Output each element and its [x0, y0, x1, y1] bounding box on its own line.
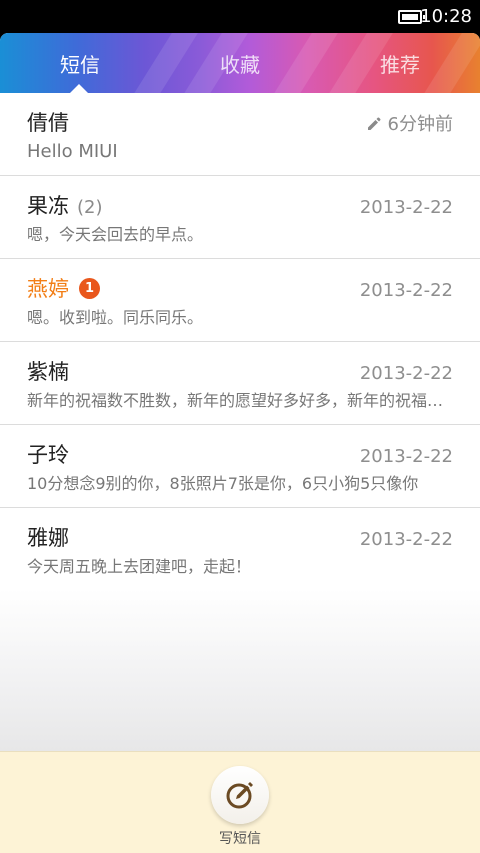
compose-button[interactable]	[211, 766, 269, 824]
tab-recommended[interactable]: 推荐	[320, 33, 480, 93]
screen: 10:28 短信 收藏 推荐 倩倩 6分钟前 Hello MIUI 果冻 (2)…	[0, 0, 480, 853]
message-row-qianqian[interactable]: 倩倩 6分钟前 Hello MIUI	[0, 93, 480, 176]
message-row-guodong[interactable]: 果冻 (2) 2013-2-22 嗯，今天会回去的早点。	[0, 176, 480, 259]
message-preview: 嗯。收到啦。同乐同乐。	[27, 308, 204, 327]
thread-count: (2)	[77, 197, 103, 218]
message-preview: 嗯，今天会回去的早点。	[27, 225, 204, 244]
tab-favorites[interactable]: 收藏	[160, 33, 320, 93]
message-row-yanting[interactable]: 燕婷 1 2013-2-22 嗯。收到啦。同乐同乐。	[0, 259, 480, 342]
contact-name: 果冻 (2)	[27, 193, 103, 221]
message-time-text: 6分钟前	[387, 114, 453, 135]
pencil-icon	[367, 117, 381, 130]
unread-badge: 1	[79, 278, 100, 299]
contact-name: 子玲	[27, 443, 69, 467]
message-preview: Hello MIUI	[27, 141, 118, 162]
contact-name-text: 果冻	[27, 194, 69, 218]
compose-icon	[226, 782, 253, 809]
compose-label: 写短信	[219, 831, 261, 847]
messaging-app: 短信 收藏 推荐 倩倩 6分钟前 Hello MIUI 果冻 (2) 2013-2…	[0, 33, 480, 853]
contact-name: 雅娜	[27, 526, 69, 550]
message-preview: 新年的祝福数不胜数，新年的愿望好多好多，新年的祝福送给你	[27, 391, 452, 410]
contact-name: 紫楠	[27, 360, 69, 384]
tab-bar: 短信 收藏 推荐	[0, 33, 480, 93]
message-time: 6分钟前	[366, 114, 453, 136]
message-preview: 10分想念9别的你，8张照片7张是你，6只小狗5只像你	[27, 474, 419, 493]
contact-name: 燕婷	[27, 277, 69, 301]
message-time: 2013-2-22	[359, 529, 453, 550]
bottom-action-bar: 写短信	[0, 751, 480, 853]
message-row-zinan[interactable]: 紫楠 2013-2-22 新年的祝福数不胜数，新年的愿望好多好多，新年的祝福送给…	[0, 342, 480, 425]
message-row-yana[interactable]: 雅娜 2013-2-22 今天周五晚上去团建吧，走起！	[0, 508, 480, 591]
message-row-ziling[interactable]: 子玲 2013-2-22 10分想念9别的你，8张照片7张是你，6只小狗5只像你	[0, 425, 480, 508]
message-preview: 今天周五晚上去团建吧，走起！	[27, 557, 252, 576]
contact-name: 倩倩	[27, 111, 69, 135]
message-time: 2013-2-22	[359, 280, 453, 301]
status-time: 10:28	[420, 6, 472, 27]
message-time: 2013-2-22	[359, 446, 453, 467]
status-bar: 10:28	[0, 0, 480, 33]
battery-icon	[398, 10, 425, 24]
message-time: 2013-2-22	[359, 197, 453, 218]
message-list: 倩倩 6分钟前 Hello MIUI 果冻 (2) 2013-2-22 嗯，今天会…	[0, 93, 480, 591]
message-time: 2013-2-22	[359, 363, 453, 384]
active-tab-indicator	[70, 84, 88, 93]
list-empty-area	[0, 589, 480, 751]
